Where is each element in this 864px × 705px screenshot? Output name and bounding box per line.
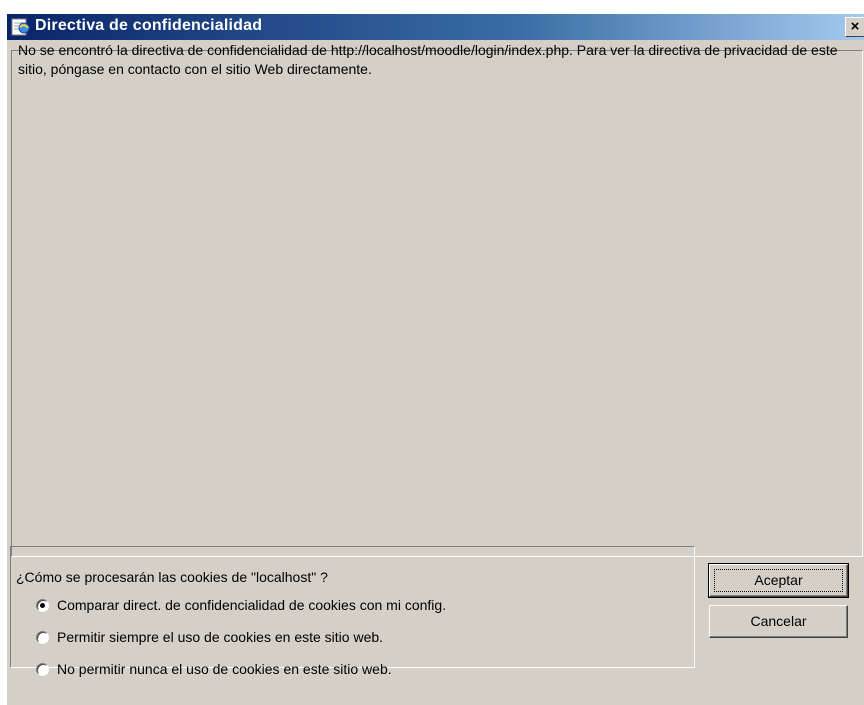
policy-content-panel — [11, 50, 863, 557]
option-always-allow-label[interactable]: Permitir siempre el uso de cookies en es… — [57, 629, 383, 645]
close-button[interactable]: × — [845, 17, 864, 37]
policy-message: No se encontró la directiva de confidenc… — [18, 42, 838, 77]
radio-always-allow[interactable] — [36, 631, 49, 644]
close-icon: × — [850, 18, 860, 35]
option-compare-policy-label[interactable]: Comparar direct. de confidencialidad de … — [57, 597, 446, 613]
ie-globe-icon — [11, 18, 30, 36]
accept-button[interactable]: Aceptar — [708, 563, 849, 598]
cancel-button-label: Cancelar — [750, 613, 807, 629]
title-bar[interactable]: Directiva de confidencialidad × — [7, 14, 864, 40]
option-never-allow-label[interactable]: No permitir nunca el uso de cookies en e… — [57, 661, 392, 677]
window-title: Directiva de confidencialidad — [35, 17, 263, 34]
accept-button-label: Aceptar — [754, 572, 803, 588]
cookie-question: ¿Cómo se procesarán las cookies de "loca… — [16, 569, 328, 585]
cancel-button[interactable]: Cancelar — [709, 605, 848, 638]
radio-compare-policy[interactable] — [36, 599, 49, 612]
radio-never-allow[interactable] — [36, 663, 49, 676]
